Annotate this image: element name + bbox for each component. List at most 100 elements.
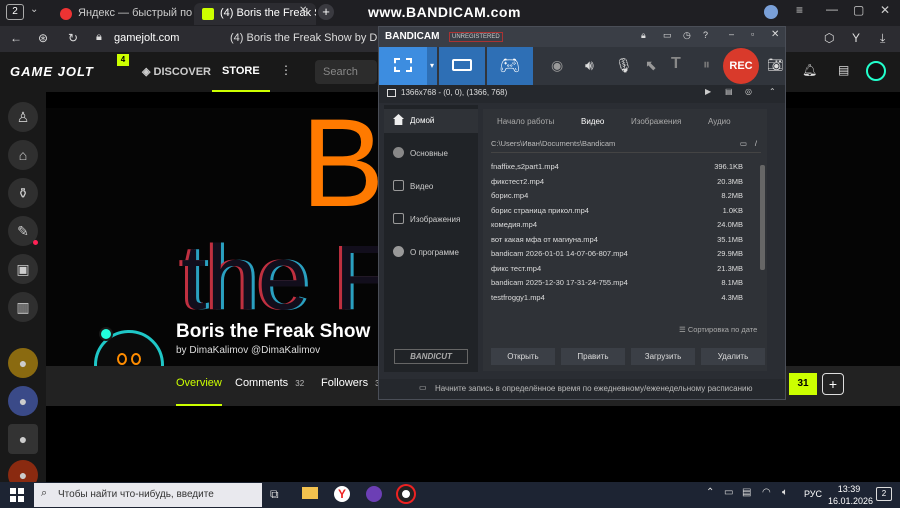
network-icon[interactable]: ▭ bbox=[724, 487, 733, 498]
parent-folder-link[interactable]: / bbox=[755, 139, 757, 148]
file-row[interactable]: фикстест2.mp4 20.3MB bbox=[491, 177, 743, 191]
game-mode-button[interactable]: 🎮︎ bbox=[487, 47, 533, 85]
game-author[interactable]: by DimaKalimov @DimaKalimov bbox=[176, 345, 320, 356]
clock-time[interactable]: 13:39 bbox=[836, 484, 862, 494]
tab-gamejolt[interactable]: (4) Boris the Freak Show bbox=[194, 3, 316, 25]
file-row[interactable]: bandicam 2026-01-01 14-07-06-807.mp4 29.9… bbox=[491, 249, 743, 263]
camera-icon[interactable]: 📷︎ bbox=[767, 57, 784, 73]
tab-count-button[interactable]: 2 bbox=[6, 4, 24, 20]
file-row[interactable]: вот какая мфа от магиуна.mp4 35.1MB bbox=[491, 235, 743, 249]
address-host[interactable]: gamejolt.com bbox=[114, 32, 179, 44]
folder-icon[interactable]: ▭ bbox=[663, 30, 672, 41]
store-link[interactable]: STORE bbox=[212, 52, 270, 92]
wifi-icon[interactable]: ◠ bbox=[762, 487, 771, 498]
sort-by-date[interactable]: ☰ Сортировка по дате bbox=[679, 325, 757, 334]
open-folder-icon[interactable]: ▭ bbox=[740, 139, 747, 148]
edit-button[interactable]: Править bbox=[561, 348, 625, 365]
clock-date[interactable]: 16.01.2026 bbox=[828, 496, 873, 506]
open-button[interactable]: Открыть bbox=[491, 348, 555, 365]
collapse-icon[interactable]: ⌃ bbox=[769, 87, 776, 96]
file-row[interactable]: фикс тест.mp4 21.3MB bbox=[491, 264, 743, 278]
notification-center[interactable]: 2 bbox=[876, 487, 892, 501]
rec-button[interactable]: REC bbox=[723, 48, 759, 84]
add-to-playlist-button[interactable]: + bbox=[822, 373, 844, 395]
battery-icon[interactable]: ▤ bbox=[742, 487, 751, 498]
new-tab-button[interactable]: + bbox=[318, 4, 334, 20]
back-icon[interactable]: ← bbox=[10, 31, 22, 45]
backpack-icon[interactable]: ⚱ bbox=[8, 178, 38, 208]
home-icon[interactable]: ♙ bbox=[8, 102, 38, 132]
upload-button[interactable]: Загрузить bbox=[631, 348, 695, 365]
sidebar-item-about[interactable]: О программе bbox=[384, 241, 478, 265]
speaker-icon[interactable]: 🔊︎ bbox=[585, 57, 594, 74]
menu-icon[interactable]: ≡ bbox=[796, 3, 803, 17]
video-icon[interactable]: ▶ bbox=[705, 87, 711, 96]
tab-audio[interactable]: Аудио bbox=[708, 117, 731, 126]
reload-icon[interactable]: ↻ bbox=[68, 31, 78, 45]
more-icon[interactable]: ⋮ bbox=[280, 63, 292, 77]
broadcast-icon[interactable]: ◎ bbox=[745, 87, 752, 96]
maximize-icon[interactable]: ▫ bbox=[751, 29, 754, 39]
file-row[interactable]: борис.mp4 8.2MB bbox=[491, 191, 743, 205]
extensions-icon[interactable]: ⬡ bbox=[824, 31, 834, 45]
file-row[interactable]: борис страница прикол.mp4 1.0KB bbox=[491, 206, 743, 220]
tab-followers[interactable]: Followers 31 bbox=[321, 377, 384, 389]
tab-getting-started[interactable]: Начало работы bbox=[497, 117, 554, 126]
taskbar-search[interactable]: ⌕ Чтобы найти что-нибудь, введите bbox=[34, 483, 262, 507]
search-input[interactable]: Search bbox=[315, 60, 377, 84]
chevron-down-icon[interactable]: ⌄ bbox=[30, 4, 38, 15]
gamejolt-logo[interactable]: GAME JOLT bbox=[10, 64, 94, 79]
bell-icon[interactable]: 🔔︎ bbox=[802, 63, 817, 77]
sidebar-item-general[interactable]: Основные bbox=[384, 142, 478, 166]
store-icon[interactable]: ⌂ bbox=[8, 140, 38, 170]
tab-images[interactable]: Изображения bbox=[631, 117, 681, 126]
schedule-hint[interactable]: ▭ Начните запись в определённое время по… bbox=[379, 379, 785, 399]
app-icon[interactable] bbox=[366, 486, 382, 502]
tab-video[interactable]: Видео bbox=[581, 117, 604, 126]
tray-chevron-icon[interactable]: ⌃ bbox=[706, 487, 714, 498]
library-icon[interactable]: ▥ bbox=[8, 292, 38, 322]
file-explorer-icon[interactable] bbox=[302, 487, 318, 499]
chat-icon[interactable]: ▤ bbox=[838, 63, 849, 77]
sidebar-item-video[interactable]: Видео bbox=[384, 175, 478, 199]
close-icon[interactable]: ✕ bbox=[771, 29, 779, 40]
close-tab-icon[interactable]: ✕ bbox=[299, 5, 307, 16]
user-avatar[interactable] bbox=[866, 61, 886, 81]
tab-yandex[interactable]: Яндекс — быстрый поиск bbox=[52, 3, 192, 25]
clock-icon[interactable]: ◷ bbox=[683, 30, 691, 41]
text-icon[interactable]: T bbox=[671, 55, 681, 73]
profile-avatar[interactable] bbox=[764, 5, 778, 19]
sidebar-item-images[interactable]: Изображения bbox=[384, 208, 478, 232]
microphone-icon[interactable]: 🎙︎ bbox=[615, 57, 633, 74]
screen-icon[interactable]: ▤ bbox=[725, 87, 733, 96]
scrollbar-thumb[interactable] bbox=[760, 165, 765, 270]
volume-icon[interactable]: 🔈︎ bbox=[782, 487, 788, 498]
device-mode-button[interactable] bbox=[439, 47, 485, 85]
yandex-bookmark-icon[interactable]: Y bbox=[852, 31, 860, 45]
pause-icon[interactable]: ⏸︎ bbox=[703, 56, 710, 73]
file-row[interactable]: testfroggy1.mp4 4.3MB bbox=[491, 293, 743, 307]
tab-overview[interactable]: Overview bbox=[176, 366, 222, 406]
minimize-icon[interactable]: – bbox=[729, 29, 734, 39]
protect-icon[interactable]: ⊛ bbox=[38, 31, 48, 45]
bandicam-taskbar-icon[interactable] bbox=[398, 486, 414, 502]
follow-count-badge[interactable]: 31 bbox=[789, 373, 817, 395]
close-window-icon[interactable]: ✕ bbox=[880, 3, 890, 17]
webcam-icon[interactable]: ◉ bbox=[551, 57, 563, 74]
yandex-browser-icon[interactable]: Y bbox=[334, 486, 350, 502]
delete-button[interactable]: Удалить bbox=[701, 348, 765, 365]
cursor-icon[interactable]: ⬉ bbox=[645, 57, 657, 74]
file-row[interactable]: комедия.mp4 24.0MB bbox=[491, 220, 743, 234]
screen-mode-button[interactable] bbox=[379, 47, 427, 85]
discover-link[interactable]: ◈ DISCOVER bbox=[142, 65, 211, 78]
help-icon[interactable]: ? bbox=[703, 30, 708, 40]
tab-comments[interactable]: Comments 32 bbox=[235, 377, 304, 389]
task-view-icon[interactable]: ⧉ bbox=[270, 487, 279, 502]
file-row[interactable]: fnaffixe,s2part1.mp4 396.1KB bbox=[491, 162, 743, 176]
lock-icon[interactable]: 🔒︎ bbox=[641, 30, 646, 41]
download-icon[interactable]: ⤓ bbox=[880, 31, 885, 46]
community-avatar-1[interactable]: ● bbox=[8, 348, 38, 378]
chevron-down-icon[interactable]: ▾ bbox=[427, 47, 437, 85]
sidebar-item-home[interactable]: Домой bbox=[384, 109, 478, 133]
language-indicator[interactable]: РУС bbox=[804, 489, 822, 499]
